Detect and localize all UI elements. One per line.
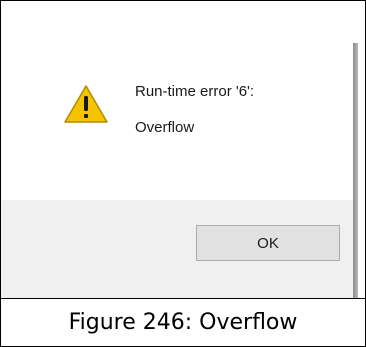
- error-dialog: Run-time error '6': Overflow OK: [1, 1, 365, 298]
- ok-button[interactable]: OK: [196, 225, 340, 261]
- dialog-content: Run-time error '6': Overflow: [1, 1, 353, 200]
- background-window-gap: [358, 43, 365, 298]
- error-title: Run-time error '6':: [135, 83, 255, 100]
- figure-caption: Figure 246: Overflow: [68, 310, 298, 335]
- warning-icon: [64, 85, 108, 123]
- error-message: Overflow: [135, 119, 195, 136]
